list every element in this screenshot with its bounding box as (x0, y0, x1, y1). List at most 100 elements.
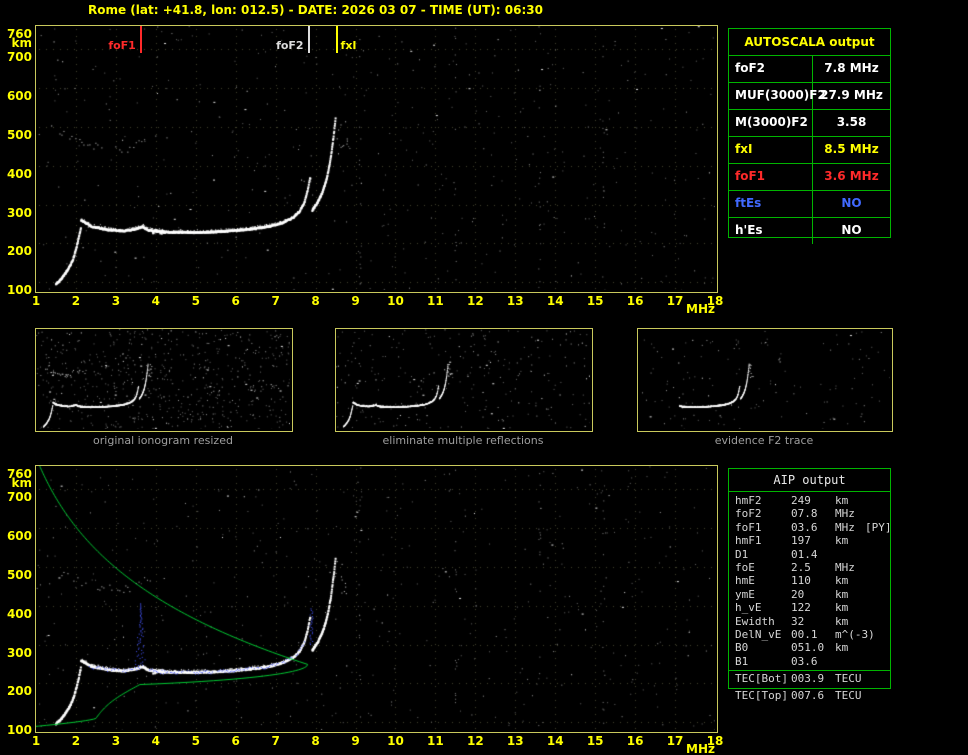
aip-param-value: 32 (791, 615, 835, 628)
x-tick-label: 2 (65, 734, 87, 748)
aip-param-value: 110 (791, 574, 835, 587)
aip-param-value: 03.6 (791, 521, 835, 534)
y-tick-label: 200 (5, 684, 32, 698)
autoscala-row-label: ftEs (729, 191, 813, 217)
fof2-marker-line (308, 26, 310, 53)
aip-row: hmF2249km (729, 494, 890, 507)
aip-param-name: D1 (735, 548, 791, 561)
x-axis-unit-label: MHz (686, 742, 715, 755)
aip-param-extra (865, 601, 890, 614)
bottom-ionogram-canvas (36, 466, 715, 730)
x-tick-label: 3 (105, 734, 127, 748)
aip-param-name: hmF1 (735, 534, 791, 547)
aip-param-unit: km (835, 534, 865, 547)
fof2-marker-label: foF2 (258, 39, 304, 52)
x-tick-label: 1 (25, 294, 47, 308)
aip-param-name: hmE (735, 574, 791, 587)
y-tick-label: 400 (5, 167, 32, 181)
aip-param-extra (865, 548, 890, 561)
y-tick-label: 700 (5, 490, 32, 504)
panel-caption-evidence: evidence F2 trace (637, 434, 891, 447)
aip-param-unit (835, 655, 865, 668)
fof1-marker-label: foF1 (90, 39, 136, 52)
y-tick-label: 500 (5, 568, 32, 582)
y-axis-unit-label: km (5, 36, 32, 50)
aip-param-value: 2.5 (791, 561, 835, 574)
autoscala-app-window: Rome (lat: +41.8, lon: 012.5) - DATE: 20… (0, 0, 968, 755)
aip-separator (729, 670, 890, 671)
aip-row: ymE20km (729, 588, 890, 601)
aip-row: Ewidth32km (729, 615, 890, 628)
x-tick-label: 1 (25, 734, 47, 748)
aip-param-extra (865, 574, 890, 587)
aip-param-unit: km (835, 494, 865, 507)
aip-param-extra (865, 507, 890, 520)
x-tick-label: 2 (65, 294, 87, 308)
top-ionogram-canvas (36, 26, 715, 290)
x-tick-label: 10 (384, 294, 406, 308)
autoscala-row-label: foF1 (729, 164, 813, 190)
aip-param-extra (865, 672, 890, 685)
autoscala-rows: foF27.8 MHzMUF(3000)F227.9 MHzM(3000)F23… (729, 55, 890, 244)
aip-param-name: DelN_vE (735, 628, 791, 641)
autoscala-row-value: NO (813, 191, 890, 217)
aip-param-unit: km (835, 601, 865, 614)
autoscala-row: foF27.8 MHz (729, 55, 890, 82)
x-tick-label: 15 (584, 294, 606, 308)
x-tick-label: 9 (345, 294, 367, 308)
aip-param-value: 197 (791, 534, 835, 547)
panel-caption-original: original ionogram resized (35, 434, 291, 447)
autoscala-row: foF13.6 MHz (729, 163, 890, 190)
aip-param-value: 07.8 (791, 507, 835, 520)
aip-tec-top-row: TEC[Top]007.6TECU (728, 689, 891, 702)
aip-param-unit: km (835, 588, 865, 601)
bottom-ionogram-plot (35, 465, 718, 733)
autoscala-row: ftEsNO (729, 190, 890, 217)
aip-param-name: h_vE (735, 601, 791, 614)
aip-param-extra (865, 615, 890, 628)
station-date-time-title: Rome (lat: +41.8, lon: 012.5) - DATE: 20… (88, 3, 543, 17)
x-tick-label: 13 (504, 294, 526, 308)
aip-row: DelN_vE00.1m^(-3) (729, 628, 890, 641)
aip-param-value: 122 (791, 601, 835, 614)
aip-param-value: 20 (791, 588, 835, 601)
aip-param-extra: [PY] (865, 521, 892, 534)
aip-param-value: 007.6 (791, 689, 835, 702)
aip-param-value: 03.6 (791, 655, 835, 668)
x-tick-label: 16 (624, 294, 646, 308)
aip-row: hmE110km (729, 574, 890, 587)
aip-param-unit: km (835, 641, 865, 654)
x-tick-label: 3 (105, 294, 127, 308)
aip-param-unit: TECU (835, 672, 865, 685)
aip-param-extra (865, 534, 890, 547)
aip-param-value: 051.0 (791, 641, 835, 654)
y-tick-label: 700 (5, 50, 32, 64)
aip-param-unit: km (835, 615, 865, 628)
autoscala-row: MUF(3000)F227.9 MHz (729, 82, 890, 109)
y-tick-label: 200 (5, 244, 32, 258)
y-tick-label: 400 (5, 607, 32, 621)
aip-row: B103.6 (729, 655, 890, 668)
top-ionogram-plot: foF1foF2fxI (35, 25, 718, 293)
autoscala-row-value: 7.8 MHz (813, 56, 890, 82)
aip-param-name: foE (735, 561, 791, 574)
autoscala-output-table: AUTOSCALA output foF27.8 MHzMUF(3000)F22… (728, 28, 891, 238)
x-tick-label: 14 (544, 734, 566, 748)
aip-param-name: hmF2 (735, 494, 791, 507)
x-tick-label: 6 (225, 734, 247, 748)
aip-param-extra (865, 689, 891, 702)
aip-param-unit: m^(-3) (835, 628, 865, 641)
x-tick-label: 9 (345, 734, 367, 748)
panel-eliminate-reflections (335, 328, 593, 432)
aip-row: foE2.5MHz (729, 561, 890, 574)
x-tick-label: 8 (305, 294, 327, 308)
autoscala-row: fxI8.5 MHz (729, 136, 890, 163)
x-tick-label: 17 (664, 734, 686, 748)
panel-evidence-f2-canvas (638, 329, 890, 429)
panel-original-ionogram-canvas (36, 329, 290, 429)
x-tick-label: 15 (584, 734, 606, 748)
aip-param-unit (835, 548, 865, 561)
x-tick-label: 12 (464, 734, 486, 748)
autoscala-row: h'EsNO (729, 217, 890, 244)
aip-row: B0051.0km (729, 641, 890, 654)
